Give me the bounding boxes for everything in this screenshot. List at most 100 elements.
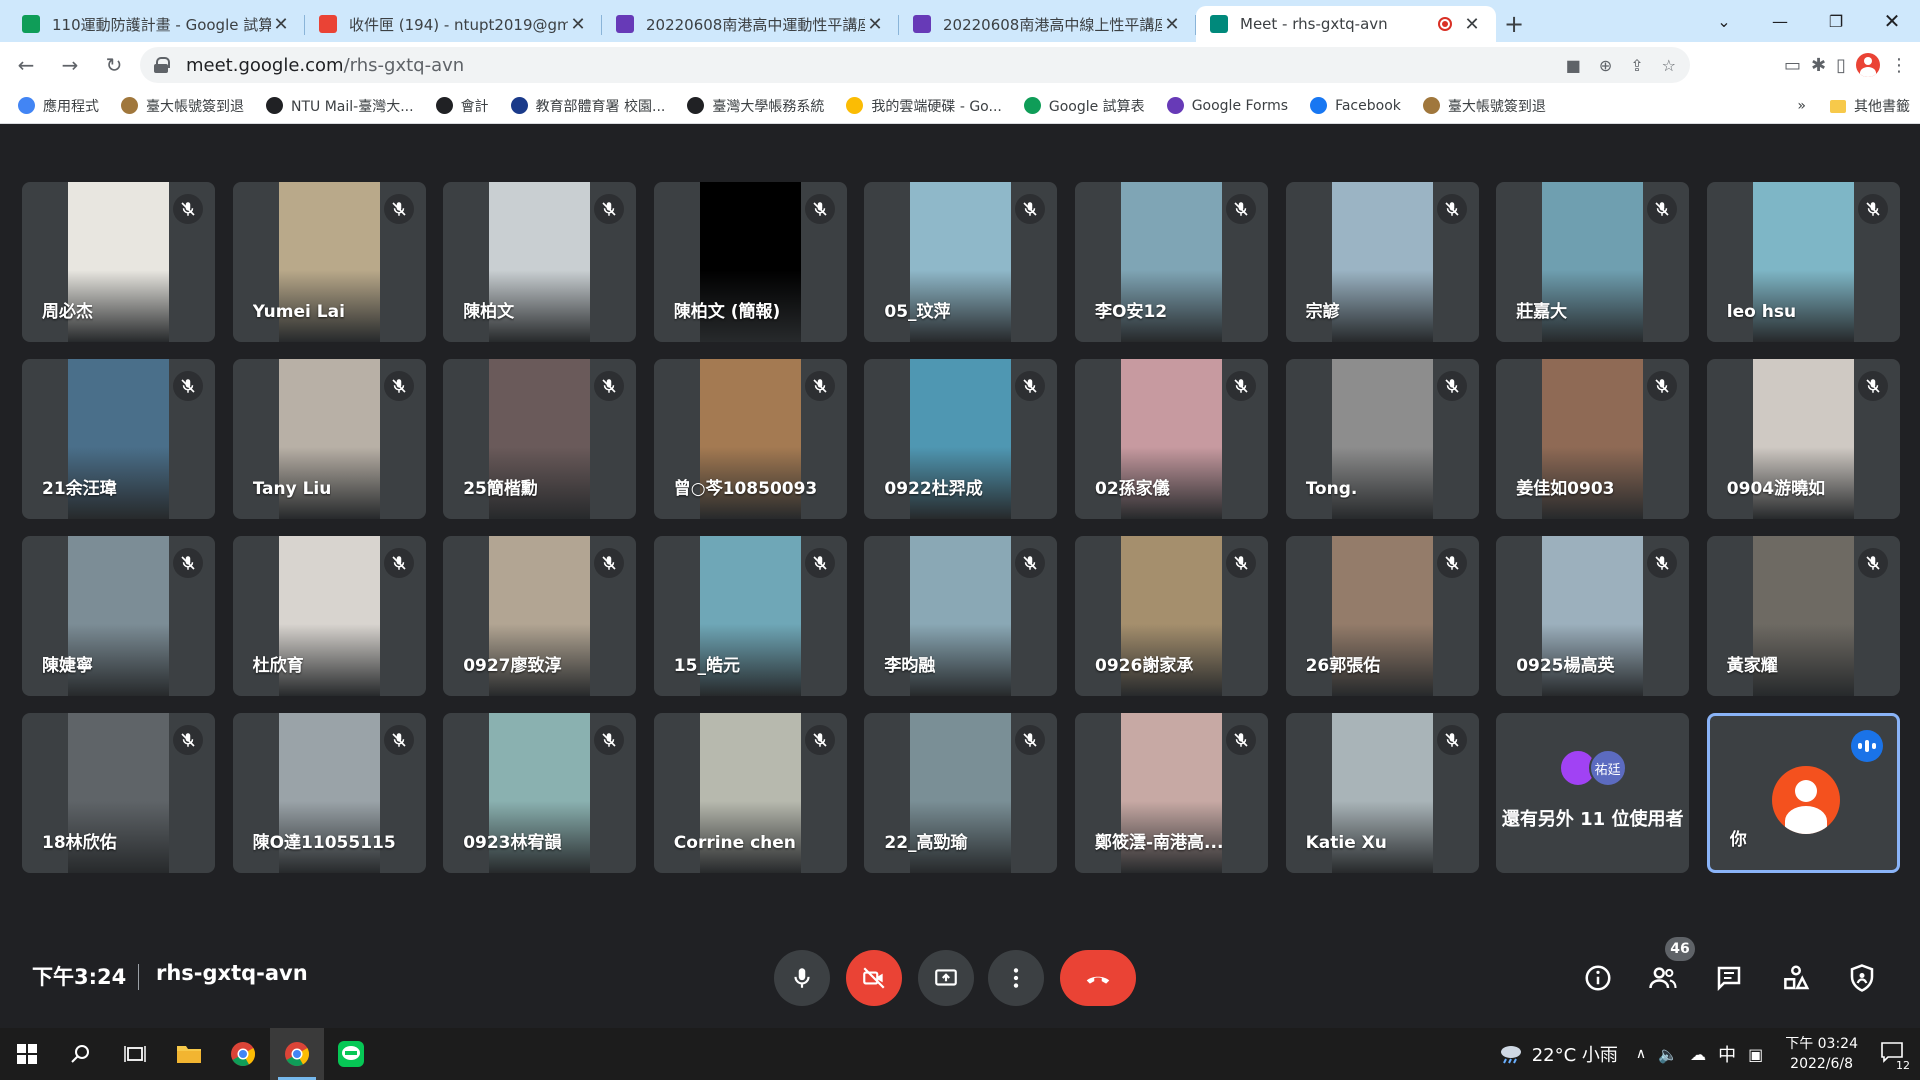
participant-tile[interactable]: 姜佳如0903 <box>1496 359 1690 519</box>
participant-tile[interactable]: 李昀融 <box>864 536 1058 696</box>
menu-icon[interactable]: ⋮ <box>1890 55 1908 76</box>
participant-tile[interactable]: 05_玟萍 <box>864 182 1058 342</box>
bookmark-item[interactable]: Facebook <box>1310 97 1401 114</box>
participant-tile[interactable]: 宗諺 <box>1285 182 1479 342</box>
browser-tab[interactable]: 110運動防護計畫 - Google 試算表 ✕ <box>8 6 305 42</box>
participant-tile[interactable]: 陳婕寧 <box>22 536 215 696</box>
participant-tile[interactable]: 21余汪瑋 <box>22 359 215 519</box>
ime-mode-icon[interactable]: ▣ <box>1748 1045 1763 1064</box>
minimize-button[interactable]: — <box>1752 0 1808 42</box>
close-tab-icon[interactable]: ✕ <box>568 14 588 35</box>
close-tab-icon[interactable]: ✕ <box>271 14 291 35</box>
weather-widget[interactable]: 22°C 小雨 <box>1498 1041 1618 1067</box>
file-explorer-button[interactable] <box>162 1028 216 1080</box>
chrome-active-button[interactable] <box>270 1028 324 1080</box>
other-bookmarks[interactable]: 其他書籤 <box>1854 96 1910 116</box>
chevron-up-icon[interactable]: ∧ <box>1636 1046 1646 1062</box>
participant-tile[interactable]: 18林欣佑 <box>22 713 215 873</box>
close-tab-icon[interactable]: ✕ <box>1462 14 1482 35</box>
participant-tile[interactable]: 曾○芩10850093 <box>653 359 847 519</box>
participant-tile[interactable]: 26郭張佑 <box>1285 536 1479 696</box>
participant-tile[interactable]: 25簡楷勳 <box>443 359 637 519</box>
bookmark-item[interactable]: 會計 <box>435 96 489 116</box>
bookmark-item[interactable]: 教育部體育署 校園... <box>510 96 665 116</box>
mic-button[interactable] <box>774 950 830 1006</box>
search-button[interactable] <box>54 1028 108 1080</box>
participant-tile[interactable]: Tong. <box>1285 359 1479 519</box>
participant-tile[interactable]: 鄭筱澐-南港高... <box>1075 713 1268 873</box>
bookmark-item[interactable]: 臺灣大學帳務系統 <box>687 96 824 116</box>
participant-tile[interactable]: 李O安12 <box>1075 182 1268 342</box>
restore-button[interactable]: ❐ <box>1808 0 1864 42</box>
participant-tile[interactable]: Yumei Lai <box>232 182 426 342</box>
chat-button[interactable] <box>1711 960 1747 996</box>
extensions-icon[interactable]: ✱ <box>1811 55 1826 76</box>
taskbar-clock[interactable]: 下午 03:24 2022/6/8 <box>1785 1034 1858 1074</box>
participant-tile[interactable]: 0922杜羿成 <box>864 359 1058 519</box>
browser-tab[interactable]: 收件匣 (194) - ntupt2019@gmail.com✕ <box>305 6 602 42</box>
tab-search-icon[interactable]: ⌄ <box>1696 0 1752 42</box>
close-window-button[interactable]: ✕ <box>1864 0 1920 42</box>
browser-tab[interactable]: 20220608南港高中運動性平講座 ✕ <box>602 6 899 42</box>
bookmark-item[interactable]: Google 試算表 <box>1023 96 1145 116</box>
self-tile[interactable]: 你 <box>1706 713 1900 873</box>
back-icon[interactable]: ← <box>8 47 44 83</box>
present-button[interactable] <box>918 950 974 1006</box>
participant-tile[interactable]: 22_高勁瑜 <box>864 713 1058 873</box>
participant-tile[interactable]: 0926謝家承 <box>1075 536 1268 696</box>
participant-tile[interactable]: 0925楊高英 <box>1496 536 1690 696</box>
line-button[interactable] <box>324 1028 378 1080</box>
participant-tile[interactable]: 陳O達11055115 <box>232 713 426 873</box>
address-bar[interactable]: meet.google.com/rhs-gxtq-avn ■ ⊕ ⇪ ☆ <box>140 47 1690 83</box>
activities-button[interactable] <box>1778 960 1814 996</box>
start-button[interactable] <box>0 1028 54 1080</box>
bookmarks-overflow[interactable]: » <box>1797 98 1806 114</box>
bookmark-item[interactable]: 臺大帳號簽到退 <box>1422 96 1546 116</box>
participant-tile[interactable]: 杜欣育 <box>232 536 426 696</box>
meeting-details-button[interactable] <box>1580 960 1616 996</box>
camera-button[interactable] <box>846 950 902 1006</box>
lock-icon[interactable] <box>154 57 170 73</box>
cast-icon[interactable]: ▭ <box>1784 55 1801 76</box>
participant-tile[interactable]: 15_皓元 <box>653 536 847 696</box>
volume-icon[interactable]: 🔈 <box>1658 1045 1678 1064</box>
zoom-icon[interactable]: ⊕ <box>1599 56 1612 75</box>
host-controls-button[interactable] <box>1844 960 1880 996</box>
close-tab-icon[interactable]: ✕ <box>865 14 885 35</box>
close-tab-icon[interactable]: ✕ <box>1162 14 1182 35</box>
participant-tile[interactable]: Corrine chen <box>653 713 847 873</box>
participant-tile[interactable]: 黃家耀 <box>1706 536 1900 696</box>
task-view-button[interactable] <box>108 1028 162 1080</box>
bookmark-item[interactable]: 我的雲端硬碟 - Go... <box>846 96 1002 116</box>
participant-tile[interactable]: 0927廖致淳 <box>443 536 637 696</box>
participant-tile[interactable]: 02孫家儀 <box>1075 359 1268 519</box>
share-icon[interactable]: ⇪ <box>1630 56 1643 75</box>
bookmark-item[interactable]: Google Forms <box>1166 97 1288 114</box>
participant-tile[interactable]: Tany Liu <box>232 359 426 519</box>
sidepanel-icon[interactable]: ▯ <box>1836 55 1846 76</box>
participant-tile[interactable]: 0923林宥韻 <box>443 713 637 873</box>
participant-tile[interactable]: 莊嘉大 <box>1496 182 1690 342</box>
ime-indicator[interactable]: 中 <box>1718 1041 1736 1067</box>
bookmark-item[interactable]: 臺大帳號簽到退 <box>121 96 244 116</box>
star-icon[interactable]: ☆ <box>1662 56 1676 75</box>
browser-tab[interactable]: 20220608南港高中線上性平講座 ✕ <box>899 6 1196 42</box>
profile-avatar[interactable] <box>1856 53 1880 77</box>
bookmark-item[interactable]: 應用程式 <box>18 96 99 116</box>
participant-tile[interactable]: 陳柏文 (簡報) <box>653 182 847 342</box>
participant-tile[interactable]: 陳柏文 <box>443 182 637 342</box>
participant-tile[interactable]: Katie Xu <box>1285 713 1479 873</box>
more-options-button[interactable] <box>988 950 1044 1006</box>
chrome-button[interactable] <box>216 1028 270 1080</box>
bookmark-item[interactable]: NTU Mail-臺灣大... <box>266 96 414 116</box>
forward-icon[interactable]: → <box>52 47 88 83</box>
new-tab-button[interactable]: + <box>1496 6 1532 42</box>
participant-tile[interactable]: 周必杰 <box>22 182 215 342</box>
participant-tile[interactable]: leo hsu <box>1706 182 1900 342</box>
network-icon[interactable]: ☁ <box>1690 1045 1706 1064</box>
people-button[interactable] <box>1645 960 1681 996</box>
notification-button[interactable]: 12 <box>1880 1041 1910 1072</box>
reload-icon[interactable]: ↻ <box>96 47 132 83</box>
hangup-button[interactable] <box>1060 950 1136 1006</box>
participant-tile[interactable]: 0904游曉如 <box>1706 359 1900 519</box>
